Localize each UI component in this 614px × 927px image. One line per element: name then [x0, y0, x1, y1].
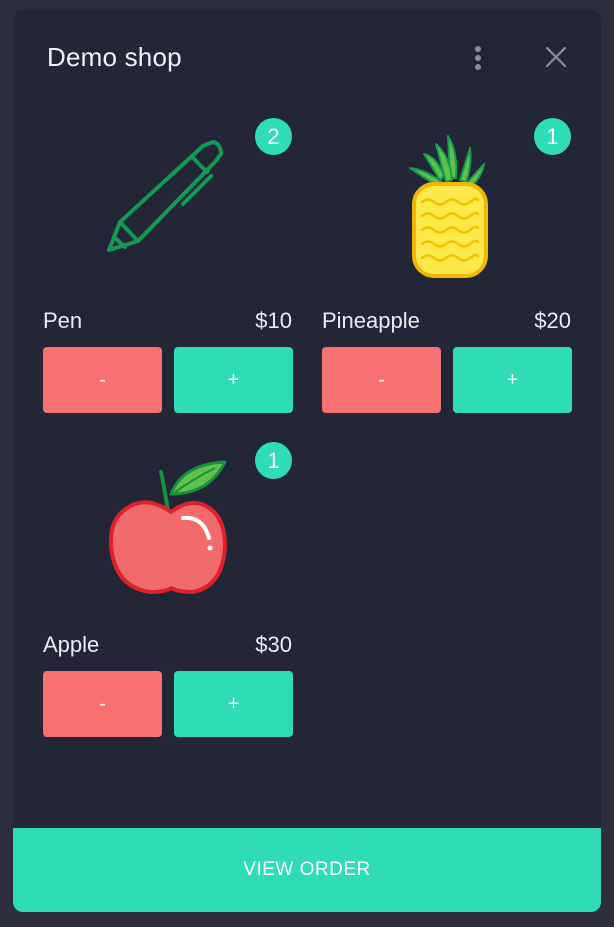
product-name: Pen: [43, 308, 83, 333]
product-price: $10: [255, 308, 292, 333]
pen-icon: [43, 118, 292, 293]
decrease-quantity-button[interactable]: -: [322, 347, 441, 413]
more-vertical-icon[interactable]: [468, 44, 488, 72]
product-price: $30: [255, 632, 292, 657]
product-name: Apple: [43, 632, 100, 657]
increase-quantity-button[interactable]: +: [174, 347, 293, 413]
decrease-quantity-button[interactable]: -: [43, 671, 162, 737]
pineapple-icon: [322, 118, 571, 293]
quantity-badge: 1: [255, 442, 292, 479]
apple-icon: [43, 442, 292, 617]
increase-quantity-button[interactable]: +: [453, 347, 572, 413]
close-icon[interactable]: [541, 42, 571, 72]
page-title: Demo shop: [47, 42, 182, 72]
increase-quantity-button[interactable]: +: [174, 671, 293, 737]
product-card-pineapple: 1 Pineapple $20 - +: [322, 118, 572, 418]
quantity-badge: 1: [534, 118, 571, 155]
quantity-badge: 2: [255, 118, 292, 155]
product-card-apple: 1 Apple $30 - +: [43, 442, 293, 742]
product-card-pen: 2 Pen $10 - +: [43, 118, 293, 418]
product-name: Pineapple: [322, 308, 420, 333]
view-order-button[interactable]: VIEW ORDER: [13, 828, 601, 912]
product-price: $20: [534, 308, 571, 333]
decrease-quantity-button[interactable]: -: [43, 347, 162, 413]
shop-panel: Demo shop 2 Pen $10 - + 1 Pineapple $20 …: [13, 10, 601, 912]
